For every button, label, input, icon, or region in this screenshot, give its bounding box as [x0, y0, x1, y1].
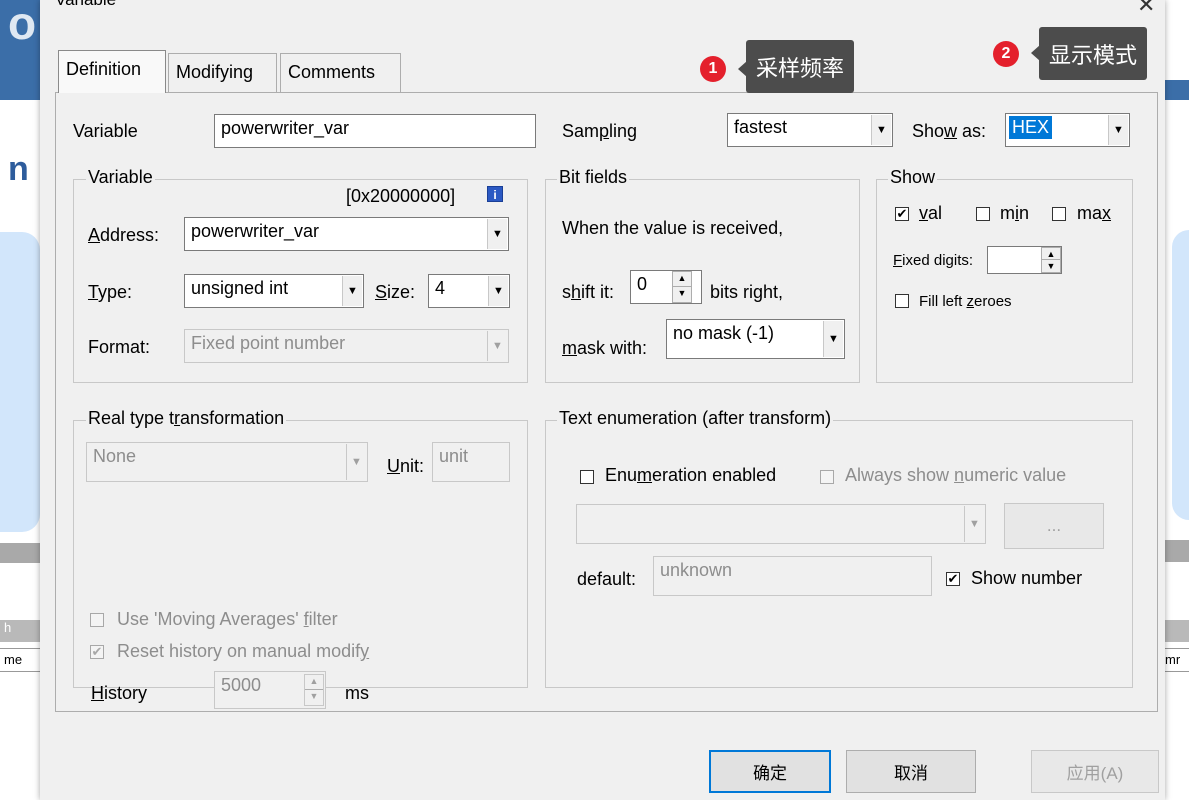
apply-button[interactable]: 应用(A): [1031, 750, 1159, 793]
chevron-down-icon: ▼: [964, 506, 984, 542]
background-app-row-right: mr: [1165, 648, 1189, 672]
type-label: Type:: [88, 282, 133, 302]
background-app-panel-right: [1172, 230, 1189, 520]
moving-averages-label: Use 'Moving Averages' filter: [117, 609, 338, 629]
cancel-button[interactable]: 取消: [846, 750, 976, 793]
default-input[interactable]: unknown: [653, 556, 932, 596]
chevron-down-icon: ▼: [871, 115, 891, 145]
val-checkbox[interactable]: ✔: [895, 207, 909, 221]
shift-label: shift it:: [562, 282, 615, 302]
tab-comments[interactable]: Comments: [280, 53, 401, 92]
variable-label: Variable: [73, 121, 138, 141]
address-select[interactable]: powerwriter_var ▼: [184, 217, 509, 251]
format-select[interactable]: Fixed point number ▼: [184, 329, 509, 363]
unit-input[interactable]: unit: [432, 442, 510, 482]
fill-left-zeroes-checkbox[interactable]: [895, 294, 909, 308]
min-checkbox[interactable]: [976, 207, 990, 221]
min-label: min: [1000, 203, 1030, 223]
chevron-down-icon: ▼: [346, 444, 366, 480]
real-type-title: Real type transformation: [86, 408, 287, 429]
show-as-value: HEX: [1009, 116, 1053, 139]
background-app-column-header-right: [1165, 620, 1189, 642]
address-hex-value: [0x20000000]: [346, 186, 456, 206]
background-app-panel-left: [0, 232, 40, 532]
bits-right-label: bits right,: [710, 282, 784, 302]
show-number-checkbox[interactable]: ✔: [946, 572, 960, 586]
enumeration-enabled-checkbox[interactable]: [580, 470, 594, 484]
close-icon[interactable]: ✕: [1137, 0, 1155, 18]
background-app-scrollbar-right: [1165, 540, 1189, 562]
val-label: val: [919, 203, 943, 223]
background-app-scrollbar-left: [0, 543, 40, 563]
size-select[interactable]: 4 ▼: [428, 274, 510, 308]
max-label: max: [1077, 203, 1112, 223]
callout-1-badge: 1: [700, 56, 726, 82]
max-checkbox[interactable]: [1052, 207, 1066, 221]
sampling-value: fastest: [734, 117, 788, 137]
info-icon[interactable]: i: [487, 186, 503, 202]
reset-history-label: Reset history on manual modify: [117, 641, 370, 661]
dialog-title: Variable: [55, 0, 116, 10]
type-value: unsigned int: [191, 278, 289, 298]
unit-label: Unit:: [387, 456, 425, 476]
callout-1-label: 采样频率: [746, 40, 855, 93]
history-stepper[interactable]: ▲ ▼: [304, 674, 324, 706]
sampling-select[interactable]: fastest ▼: [727, 113, 893, 147]
moving-averages-checkbox[interactable]: [90, 613, 104, 627]
mask-value: no mask (-1): [673, 323, 775, 343]
type-select[interactable]: unsigned int ▼: [184, 274, 364, 308]
enumeration-enabled-label: Enumeration enabled: [605, 465, 777, 485]
format-value: Fixed point number: [191, 333, 346, 353]
variable-group-title: Variable: [86, 167, 155, 188]
chevron-down-icon: ▼: [1108, 115, 1128, 145]
always-numeric-label: Always show numeric value: [845, 465, 1067, 485]
address-label: Address:: [88, 225, 160, 245]
history-label: History: [91, 683, 148, 703]
chevron-down-icon: ▼: [488, 276, 508, 306]
fixed-digits-stepper[interactable]: ▲ ▼: [1041, 247, 1061, 273]
background-app-header-right: [1165, 80, 1189, 100]
format-label: Format:: [88, 337, 151, 357]
fill-left-zeroes-label: Fill left zeroes: [919, 293, 1012, 310]
bit-fields-description: When the value is received,: [562, 218, 784, 238]
chevron-down-icon: ▼: [342, 276, 362, 306]
background-app-heading-fragment: n: [8, 150, 29, 188]
background-app-title-fragment: o: [8, 0, 37, 49]
size-label: Size:: [375, 282, 416, 302]
size-value: 4: [435, 278, 446, 298]
always-numeric-checkbox[interactable]: [820, 470, 834, 484]
background-app-row-left: me: [0, 648, 40, 672]
chevron-down-icon: ▼: [487, 331, 507, 361]
sampling-label: Sampling: [562, 121, 638, 141]
callout-2-badge: 2: [993, 41, 1019, 67]
text-enumeration-group: [545, 420, 1133, 688]
text-enumeration-title: Text enumeration (after transform): [557, 408, 834, 429]
fixed-digits-label: Fixed digits:: [893, 252, 974, 269]
background-app-column-header-left: h: [0, 620, 40, 642]
real-type-value: None: [93, 446, 137, 466]
mask-select[interactable]: no mask (-1) ▼: [666, 319, 845, 359]
address-value: powerwriter_var: [191, 221, 320, 241]
variable-name-input[interactable]: powerwriter_var: [214, 114, 536, 148]
show-as-select[interactable]: HEX ▼: [1005, 113, 1130, 147]
callout-2-label: 显示模式: [1039, 27, 1148, 80]
reset-history-checkbox[interactable]: ✔: [90, 645, 104, 659]
mask-label: mask with:: [562, 338, 648, 358]
default-label: default:: [577, 569, 637, 589]
enumeration-edit-button[interactable]: ...: [1004, 503, 1104, 549]
bit-fields-title: Bit fields: [557, 167, 630, 188]
tab-definition[interactable]: Definition: [58, 50, 166, 93]
enumeration-select[interactable]: ▼: [576, 504, 986, 544]
tab-modifying[interactable]: Modifying: [168, 53, 277, 92]
chevron-down-icon: ▼: [487, 219, 507, 249]
chevron-down-icon: ▼: [823, 321, 843, 357]
show-as-label: Show as:: [912, 121, 987, 141]
ok-button[interactable]: 确定: [709, 750, 831, 793]
show-group-title: Show: [888, 167, 938, 188]
real-type-select[interactable]: None ▼: [86, 442, 368, 482]
history-unit: ms: [345, 683, 369, 703]
shift-stepper[interactable]: ▲ ▼: [672, 271, 692, 303]
show-number-label: Show number: [971, 568, 1083, 588]
